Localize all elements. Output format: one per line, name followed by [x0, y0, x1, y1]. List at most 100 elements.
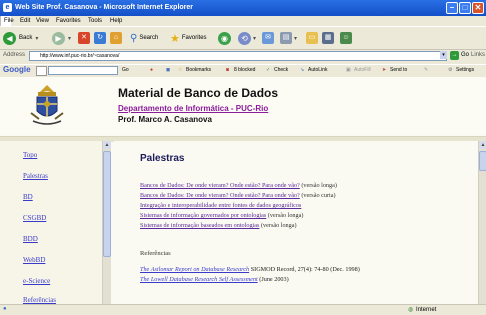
menu-help[interactable]: Help: [110, 18, 122, 24]
title-bar: e Web Site Prof. Casanova - Microsoft In…: [0, 0, 486, 16]
forward-arrow-icon: ▶: [52, 31, 65, 45]
back-arrow-icon: ◀: [3, 31, 16, 45]
google-menu-button[interactable]: [36, 66, 47, 76]
media-button[interactable]: ◉: [218, 30, 231, 46]
history-button[interactable]: ⟲ ▾: [238, 30, 256, 46]
page-status-icon: ●: [3, 306, 7, 312]
maximize-button[interactable]: □: [459, 2, 471, 14]
popup-blocker-icon: ◙: [226, 67, 230, 73]
settings-icon: ⚙: [448, 67, 453, 73]
print-icon: ▤: [280, 32, 292, 44]
talk-link[interactable]: Bancos de Dados: De onde vieram? Onde es…: [140, 192, 300, 199]
print-button[interactable]: ▤ ▾: [280, 30, 297, 46]
nav-escience[interactable]: e-Science: [23, 277, 50, 285]
autolink-button[interactable]: AutoLink: [308, 67, 327, 73]
window-title: Web Site Prof. Casanova - Microsoft Inte…: [15, 4, 194, 11]
nav-webbd[interactable]: WebBD: [23, 256, 45, 264]
reference-link[interactable]: The Lowell Database Research Self Assess…: [140, 276, 258, 283]
bookmarks-button[interactable]: Bookmarks: [186, 67, 211, 73]
address-bar: Address http://www.inf.puc-rio.br/~casan…: [0, 50, 486, 62]
nav-csgbd[interactable]: CSGBD: [23, 214, 46, 222]
search-icon: ⚲: [130, 32, 138, 44]
talk-link[interactable]: Sistemas de informação baseados em ontol…: [140, 222, 259, 229]
reference-item: The Lowell Database Research Self Assess…: [140, 276, 289, 283]
scroll-up-arrow-icon[interactable]: ▲: [479, 141, 486, 149]
chevron-down-icon: ▾: [294, 35, 298, 42]
autofill-button[interactable]: AutoFill: [354, 67, 371, 73]
links-button[interactable]: Links: [471, 52, 485, 58]
menu-favorites[interactable]: Favorites: [56, 18, 81, 24]
popup-blocked-count[interactable]: 8 blocked: [234, 67, 255, 73]
settings-button[interactable]: Settings: [456, 67, 474, 73]
google-logo: Google: [3, 65, 31, 74]
address-input[interactable]: http://www.inf.puc-rio.br/~casanova/: [29, 51, 447, 61]
scrollbar-thumb[interactable]: [479, 151, 486, 171]
google-go-button[interactable]: Go: [122, 67, 129, 73]
main-scrollbar[interactable]: ▲: [478, 141, 486, 304]
news-icon[interactable]: ◼: [166, 67, 170, 73]
forward-button[interactable]: ▶ ▾: [52, 30, 71, 46]
department-link[interactable]: Departamento de Informática - PUC-Rio: [118, 104, 268, 113]
menu-tools[interactable]: Tools: [88, 18, 102, 24]
autolink-icon: ↘: [300, 67, 305, 73]
nav-bdd[interactable]: BDD: [23, 235, 38, 243]
reference-details: SIGMOD Record, 27(4): 74-80 (Dec. 1998): [250, 266, 360, 273]
menu-file[interactable]: File: [4, 18, 14, 24]
media-icon: ◉: [218, 31, 231, 45]
talk-link[interactable]: Integração e interoperabilidade entre fo…: [140, 202, 301, 209]
folder-icon: ▭: [306, 32, 318, 44]
talk-item: Bancos de Dados: De onde vieram? Onde es…: [140, 192, 336, 199]
sendto-button[interactable]: Send to: [390, 67, 407, 73]
stop-icon: ✕: [78, 32, 90, 44]
go-arrow-icon[interactable]: →: [450, 51, 459, 60]
menu-edit[interactable]: Edit: [20, 18, 30, 24]
talk-item: Sistemas de informação baseados em ontol…: [140, 222, 297, 229]
nav-topo[interactable]: Topo: [23, 151, 37, 159]
reference-details: (June 2003): [259, 276, 289, 283]
talk-note: (versão longa): [301, 182, 337, 189]
status-bar: ● ◍ Internet: [0, 304, 486, 315]
research-icon: ▦: [322, 32, 334, 44]
history-icon: ⟲: [238, 31, 251, 45]
toolbar: ◀ Back ▾ ▶ ▾ ✕ ↻ ⌂ ⚲ Search ★ Favorites …: [0, 26, 486, 50]
refresh-button[interactable]: ↻: [94, 30, 106, 46]
internet-zone-label: Internet: [416, 307, 437, 313]
left-nav-scrollbar[interactable]: ▲: [102, 141, 111, 304]
go-button[interactable]: Go: [461, 52, 469, 58]
talk-link[interactable]: Sistemas de informação governados por on…: [140, 212, 266, 219]
favorites-button[interactable]: ★ Favorites: [170, 30, 207, 46]
star-icon: ☆: [178, 67, 183, 73]
close-button[interactable]: ✕: [472, 2, 484, 14]
search-button[interactable]: ⚲ Search: [130, 30, 158, 46]
talk-note: (versão longa): [267, 212, 304, 219]
talk-link[interactable]: Bancos de Dados: De onde vieram? Onde es…: [140, 182, 300, 189]
minimize-button[interactable]: –: [446, 2, 458, 14]
menu-view[interactable]: View: [36, 18, 49, 24]
talk-note: (versão longa): [260, 222, 297, 229]
nav-referencias[interactable]: Referências: [23, 296, 56, 304]
star-icon: ★: [170, 32, 180, 45]
nav-palestras[interactable]: Palestras: [23, 172, 48, 180]
chevron-down-icon: ▾: [68, 35, 72, 42]
check-button[interactable]: Check: [274, 67, 288, 73]
nav-bd[interactable]: BD: [23, 193, 33, 201]
messenger-button[interactable]: ☺: [340, 30, 352, 46]
folder-button[interactable]: ▭: [306, 30, 318, 46]
ie-icon: e: [3, 3, 12, 12]
back-button[interactable]: ◀ Back ▾: [3, 30, 38, 46]
home-button[interactable]: ⌂: [110, 30, 122, 46]
scrollbar-thumb[interactable]: [103, 151, 111, 257]
talk-note: (versão curta): [301, 192, 336, 199]
address-dropdown-button[interactable]: ▾: [440, 51, 447, 59]
reference-item: The Asilomar Report on Database Research…: [140, 266, 360, 273]
professor-name: Prof. Marco A. Casanova: [118, 115, 212, 124]
reference-link[interactable]: The Asilomar Report on Database Research: [140, 266, 249, 273]
spellcheck-icon: ✓: [266, 67, 271, 73]
stop-button[interactable]: ✕: [78, 30, 90, 46]
mail-button[interactable]: ✉: [262, 30, 274, 46]
chevron-down-icon: ▾: [35, 35, 39, 42]
research-button[interactable]: ▦: [322, 30, 334, 46]
scroll-up-arrow-icon[interactable]: ▲: [103, 141, 111, 149]
puc-rio-crest-logo: [30, 85, 64, 125]
google-search-input[interactable]: [48, 66, 118, 75]
